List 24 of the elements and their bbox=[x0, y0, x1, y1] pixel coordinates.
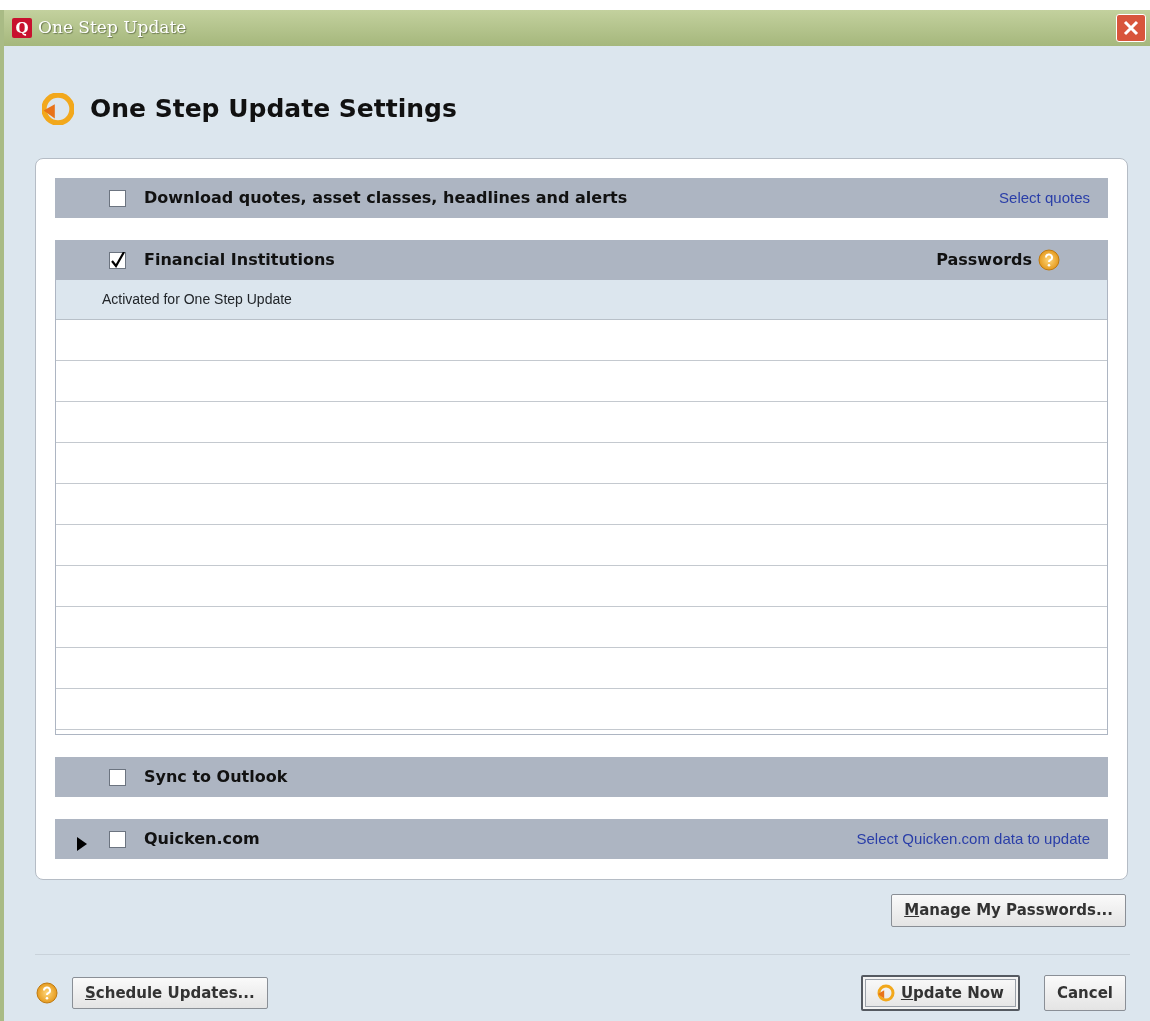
app-logo: Q bbox=[12, 18, 32, 38]
manage-passwords-button[interactable]: Manage My Passwords... bbox=[891, 894, 1126, 927]
close-button[interactable] bbox=[1116, 14, 1146, 42]
help-icon bbox=[1038, 249, 1060, 271]
dialog-heading: One Step Update Settings bbox=[90, 93, 457, 126]
section-label: Quicken.com bbox=[144, 828, 260, 850]
section-link[interactable]: Select quotes bbox=[999, 186, 1090, 210]
help-icon bbox=[36, 981, 58, 1004]
section-link[interactable]: Select Quicken.com data to update bbox=[856, 827, 1090, 851]
column-label: Passwords bbox=[936, 249, 1032, 271]
list-heading: Activated for One Step Update bbox=[102, 290, 292, 309]
section-label: Financial Institutions bbox=[144, 249, 335, 271]
close-icon bbox=[1122, 19, 1140, 37]
checkbox[interactable] bbox=[109, 251, 126, 269]
section-label: Sync to Outlook bbox=[144, 766, 288, 788]
cancel-button[interactable]: Cancel bbox=[1044, 974, 1126, 1011]
schedule-button[interactable]: Schedule Updates... bbox=[72, 976, 268, 1009]
section-label: Download quotes, asset classes, headlines and alerts bbox=[144, 187, 628, 209]
update-now-button[interactable]: Update Now bbox=[860, 974, 1020, 1011]
checkbox[interactable] bbox=[109, 189, 126, 207]
update-icon bbox=[42, 93, 74, 125]
window-title: One Step Update bbox=[38, 16, 187, 40]
checkbox[interactable] bbox=[109, 768, 126, 786]
checkbox[interactable] bbox=[109, 830, 126, 848]
